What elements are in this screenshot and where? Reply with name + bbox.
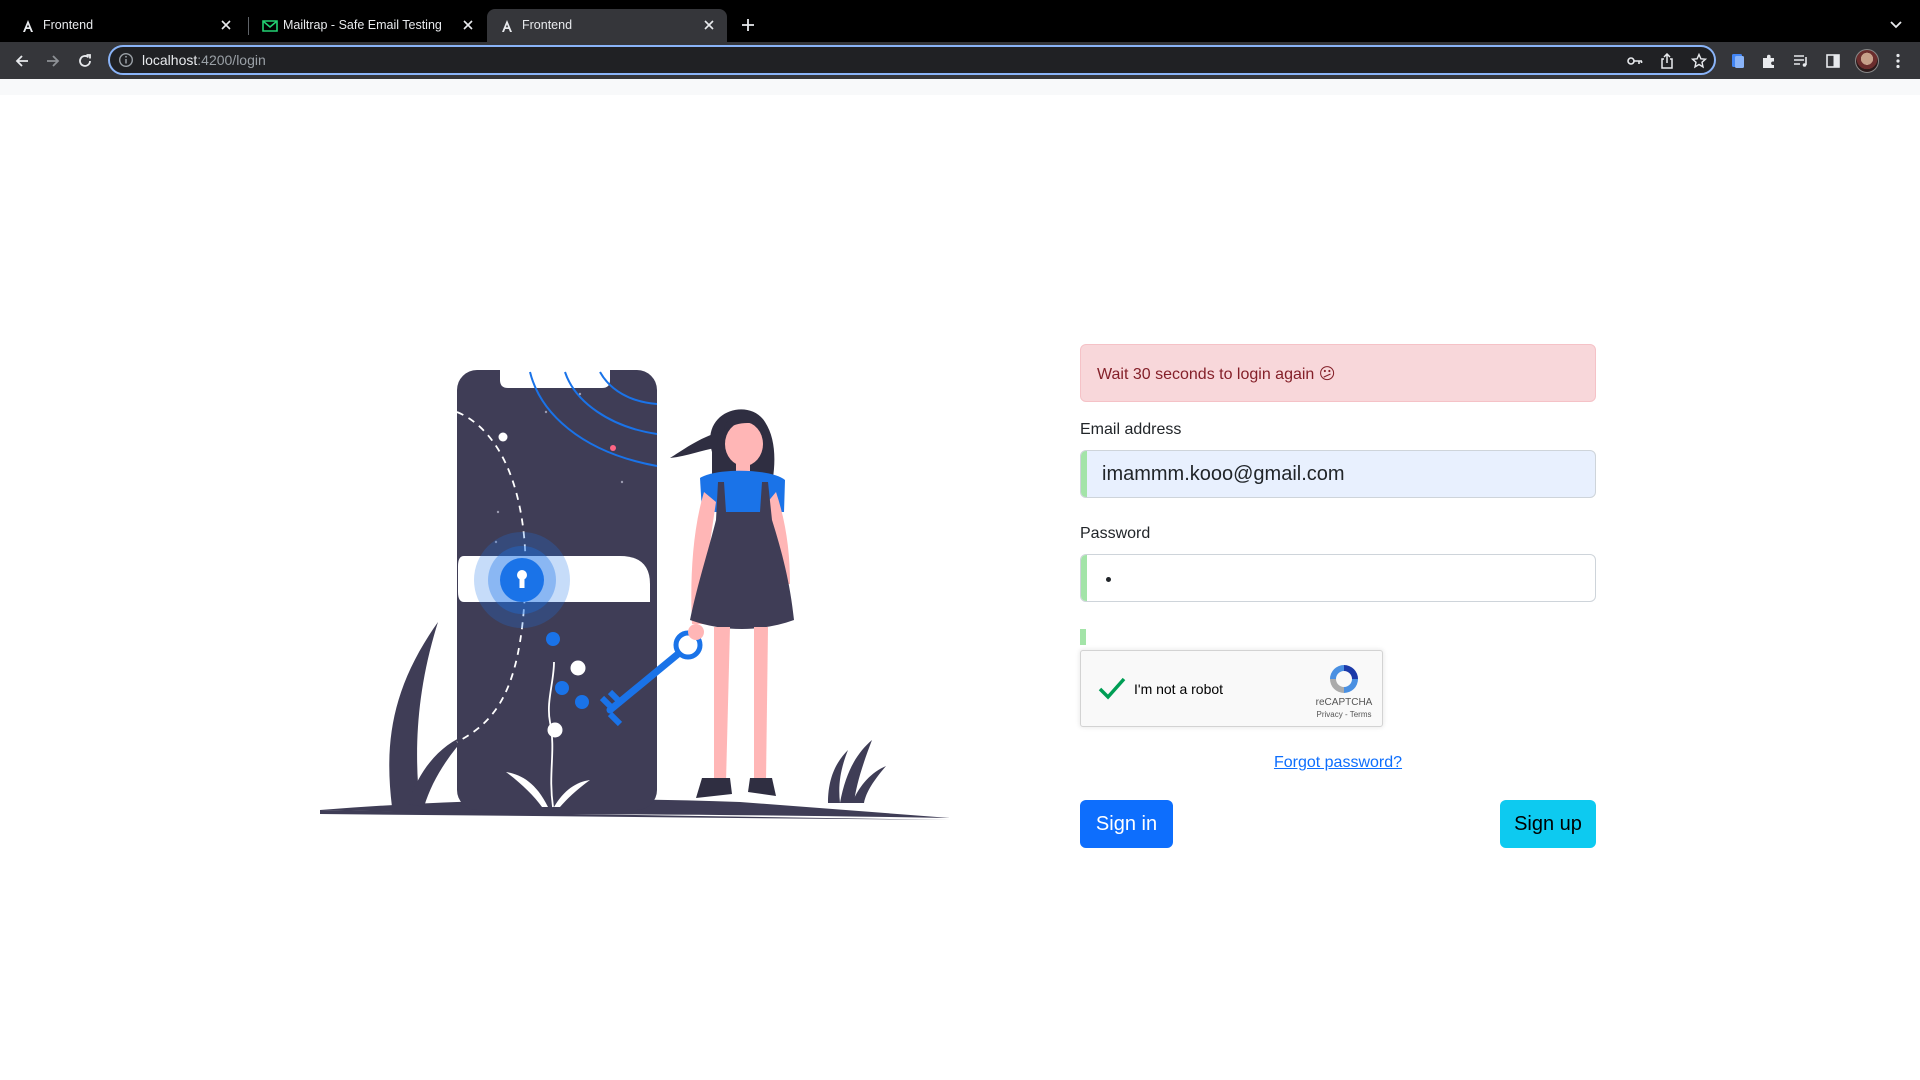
puzzle-icon[interactable] <box>1759 51 1779 71</box>
url-path: :4200/login <box>197 52 266 68</box>
angular-icon <box>20 18 36 34</box>
email-field[interactable]: imammm.kooo@gmail.com <box>1080 450 1596 498</box>
tab-title: Mailtrap - Safe Email Testing <box>283 18 442 32</box>
tab-title: Frontend <box>43 18 94 32</box>
tab-mailtrap[interactable]: Mailtrap - Safe Email Testing <box>250 9 486 42</box>
login-illustration <box>320 362 950 824</box>
tab-separator <box>248 17 249 35</box>
reload-icon[interactable] <box>75 51 95 71</box>
browser-tab-strip: Frontend Mailtrap - Safe Email Testing F… <box>0 0 1920 42</box>
email-label: Email address <box>1080 421 1182 438</box>
page-top-strip <box>0 79 1920 95</box>
forward-icon[interactable] <box>43 51 63 71</box>
recaptcha-widget[interactable]: I'm not a robot reCAPTCHA Privacy - Term… <box>1080 650 1383 727</box>
bookmark-star-icon[interactable] <box>1690 52 1708 70</box>
profile-avatar[interactable] <box>1855 49 1879 73</box>
tab-frontend-active[interactable]: Frontend <box>487 9 727 42</box>
share-icon[interactable] <box>1658 52 1676 70</box>
close-tab-icon[interactable] <box>218 17 234 33</box>
password-label: Password <box>1080 525 1151 542</box>
privacy-terms-link[interactable]: Privacy - Terms <box>1309 710 1379 719</box>
new-tab-button[interactable] <box>738 15 758 35</box>
password-field[interactable] <box>1080 554 1596 602</box>
captcha-valid-indicator <box>1080 629 1086 645</box>
address-bar[interactable]: localhost:4200/login <box>108 45 1716 75</box>
key-icon[interactable] <box>1626 52 1644 70</box>
sign-up-button[interactable]: Sign up <box>1500 800 1596 848</box>
close-tab-icon[interactable] <box>460 17 476 33</box>
angular-icon <box>499 18 515 34</box>
media-queue-icon[interactable] <box>1791 51 1811 71</box>
info-icon[interactable] <box>118 52 134 68</box>
recaptcha-logo-icon <box>1326 661 1362 697</box>
side-panel-icon[interactable] <box>1823 51 1843 71</box>
back-icon[interactable] <box>12 51 32 71</box>
recaptcha-brand: reCAPTCHA <box>1315 697 1373 708</box>
chevron-down-icon[interactable] <box>1886 15 1906 35</box>
mailtrap-icon <box>262 18 278 34</box>
url-text[interactable]: localhost:4200/login <box>142 52 266 68</box>
close-tab-icon[interactable] <box>701 17 717 33</box>
browser-toolbar: localhost:4200/login <box>0 42 1920 79</box>
password-mask-dot <box>1106 577 1111 582</box>
valid-indicator <box>1081 451 1087 497</box>
extension-doc-icon[interactable] <box>1728 51 1748 71</box>
tab-title: Frontend <box>522 18 573 32</box>
checkmark-icon[interactable] <box>1097 673 1127 703</box>
sign-in-button[interactable]: Sign in <box>1080 800 1173 848</box>
tab-frontend-1[interactable]: Frontend <box>8 9 244 42</box>
rate-limit-alert: Wait 30 seconds to login again 😕 <box>1080 344 1596 402</box>
forgot-password-link[interactable]: Forgot password? <box>1080 754 1596 772</box>
url-host: localhost <box>142 52 198 68</box>
valid-indicator <box>1081 555 1087 601</box>
email-value: imammm.kooo@gmail.com <box>1102 463 1345 485</box>
more-menu-icon[interactable] <box>1888 51 1908 71</box>
captcha-label: I'm not a robot <box>1134 681 1224 697</box>
